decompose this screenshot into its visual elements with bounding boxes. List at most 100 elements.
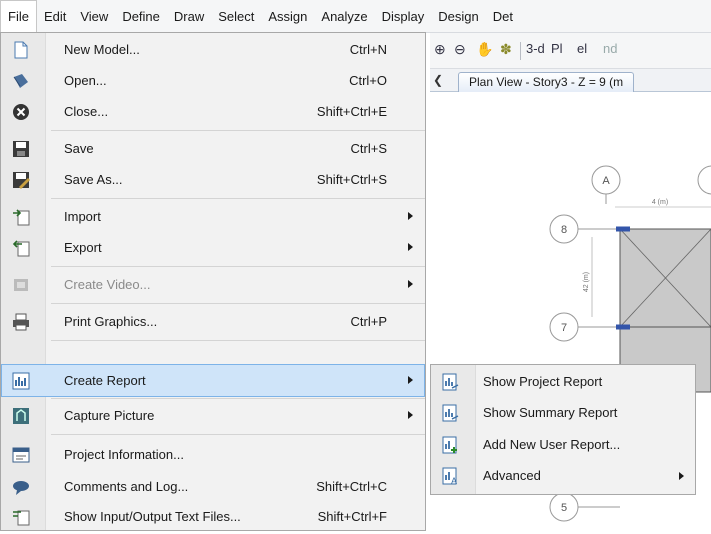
submenu-arrow-icon xyxy=(408,212,413,220)
menu-item-label: Capture Picture xyxy=(64,408,155,423)
menu-design[interactable]: Design xyxy=(431,0,485,33)
plan-view-button[interactable]: Pl xyxy=(551,41,563,56)
comments-icon xyxy=(13,481,29,495)
grid-bubble-b xyxy=(697,165,711,195)
menu-item-print-graphics[interactable]: Print Graphics... Ctrl+P xyxy=(1,305,425,338)
menu-item-project-information[interactable]: Project Information... xyxy=(1,438,425,471)
submenu-item-label: Show Project Report xyxy=(483,374,603,389)
menu-item-label: Save xyxy=(64,141,94,156)
menu-separator xyxy=(51,198,425,199)
video-icon xyxy=(14,279,28,291)
capture-picture-icon xyxy=(13,408,29,424)
zoom-out-icon[interactable]: ⊖ xyxy=(454,41,466,58)
submenu-item-label: Show Summary Report xyxy=(483,405,618,420)
menu-separator xyxy=(51,340,425,341)
project-report-icon xyxy=(442,373,459,391)
menu-item-shortcut: Ctrl+N xyxy=(349,42,387,57)
new-model-icon xyxy=(14,41,28,59)
menu-item-export[interactable]: Export xyxy=(1,231,425,264)
menu-item-shortcut: Shift+Ctrl+F xyxy=(317,509,387,524)
elevation-view-button[interactable]: el xyxy=(577,41,587,56)
report-icon xyxy=(12,372,30,390)
menu-item-shortcut: Ctrl+P xyxy=(350,314,387,329)
menu-item-shortcut: Shift+Ctrl+C xyxy=(316,479,387,494)
submenu-item-show-summary-report[interactable]: Show Summary Report xyxy=(431,397,695,428)
menu-item-open[interactable]: Open... Ctrl+O xyxy=(1,64,425,97)
menu-item-shortcut: Ctrl+O xyxy=(349,73,387,88)
advanced-report-icon: A xyxy=(442,467,457,486)
menu-item-show-text-files[interactable]: Show Input/Output Text Files... Shift+Ct… xyxy=(1,500,425,533)
menu-separator xyxy=(51,266,425,267)
zoom-in-icon[interactable]: ⊕ xyxy=(434,41,446,58)
menu-item-close[interactable]: Close... Shift+Ctrl+E xyxy=(1,95,425,128)
menu-assign[interactable]: Assign xyxy=(261,0,314,33)
menu-item-label: Create Video... xyxy=(64,277,151,292)
menu-draw[interactable]: Draw xyxy=(167,0,211,33)
submenu-arrow-icon xyxy=(408,411,413,419)
add-report-icon xyxy=(442,436,457,454)
file-menu-dropdown: New Model... Ctrl+N Open... Ctrl+O Close… xyxy=(0,32,426,531)
chevron-left-icon[interactable]: ❮ xyxy=(433,73,443,87)
toolbar: ⊕ ⊖ ✋ ✽ 3-d Pl el nd xyxy=(430,33,711,69)
submenu-item-show-project-report[interactable]: Show Project Report xyxy=(431,366,695,397)
menu-view[interactable]: View xyxy=(73,0,115,33)
printer-icon xyxy=(13,313,29,331)
menu-item-comments-and-log[interactable]: Comments and Log... Shift+Ctrl+C xyxy=(1,470,425,503)
save-as-icon xyxy=(13,172,30,189)
save-icon xyxy=(13,141,29,157)
menu-item-label: Save As... xyxy=(64,172,123,187)
dim-label-side: 42 (m) xyxy=(583,272,590,292)
toolbar-divider xyxy=(520,42,521,60)
menu-display[interactable]: Display xyxy=(375,0,432,33)
menu-file[interactable]: File xyxy=(0,0,37,33)
menu-item-create-report[interactable]: Create Report xyxy=(1,364,425,397)
menu-define[interactable]: Define xyxy=(115,0,167,33)
open-icon xyxy=(13,74,28,88)
submenu-item-add-new-user-report[interactable]: Add New User Report... xyxy=(431,429,695,460)
menu-select[interactable]: Select xyxy=(211,0,261,33)
dim-label-top: 4 (m) xyxy=(652,199,668,206)
tab-plan-view[interactable]: Plan View - Story3 - Z = 9 (m xyxy=(458,72,635,93)
grid-label-a: A xyxy=(602,175,610,187)
submenu-arrow-icon xyxy=(679,472,684,480)
grid-label-8: 8 xyxy=(561,224,567,236)
menu-item-create-video[interactable]: Create Video... xyxy=(1,268,425,301)
menu-item-label: Show Input/Output Text Files... xyxy=(64,509,241,524)
submenu-arrow-icon xyxy=(408,243,413,251)
submenu-item-advanced[interactable]: A Advanced xyxy=(431,460,695,491)
project-info-icon xyxy=(12,447,30,463)
text-files-icon xyxy=(13,510,30,526)
svg-text:A: A xyxy=(451,476,457,486)
menu-item-import[interactable]: Import xyxy=(1,200,425,233)
view-tab-bar: ❮ Plan View - Story3 - Z = 9 (m xyxy=(430,69,711,93)
import-icon xyxy=(13,209,30,226)
menu-separator xyxy=(51,303,425,304)
grid-label-5: 5 xyxy=(561,502,567,514)
view-3d-button[interactable]: 3-d xyxy=(526,41,545,56)
menu-separator xyxy=(51,130,425,131)
menu-item-label: Print Graphics... xyxy=(64,314,158,329)
menu-item-capture-picture[interactable]: Capture Picture xyxy=(1,399,425,432)
menu-item-shortcut: Shift+Ctrl+E xyxy=(316,104,387,119)
menu-detailing[interactable]: Det xyxy=(486,0,520,33)
submenu-item-label: Add New User Report... xyxy=(483,437,621,452)
menu-item-label: New Model... xyxy=(64,42,140,57)
summary-report-icon xyxy=(442,404,459,422)
menu-item-save-as[interactable]: Save As... Shift+Ctrl+S xyxy=(1,163,425,196)
pan-hand-icon[interactable]: ✋ xyxy=(476,41,493,58)
export-icon xyxy=(12,240,30,257)
menu-item-save[interactable]: Save Ctrl+S xyxy=(1,132,425,165)
create-report-submenu: Show Project Report Show Summary Report … xyxy=(430,364,696,495)
pointer-icon[interactable]: ✽ xyxy=(500,41,512,58)
menu-item-new-model[interactable]: New Model... Ctrl+N xyxy=(1,33,425,66)
menu-edit[interactable]: Edit xyxy=(37,0,73,33)
menu-item-label: Close... xyxy=(64,104,109,119)
grid-label-7: 7 xyxy=(561,322,567,334)
menu-item-shortcut: Shift+Ctrl+S xyxy=(316,172,387,187)
menu-item-label: Comments and Log... xyxy=(64,479,189,494)
menu-separator xyxy=(51,434,425,435)
menu-analyze[interactable]: Analyze xyxy=(314,0,374,33)
menu-bar: File Edit View Define Draw Select Assign… xyxy=(0,0,711,33)
node-view-button[interactable]: nd xyxy=(603,41,617,56)
menu-item-label: Open... xyxy=(64,73,107,88)
